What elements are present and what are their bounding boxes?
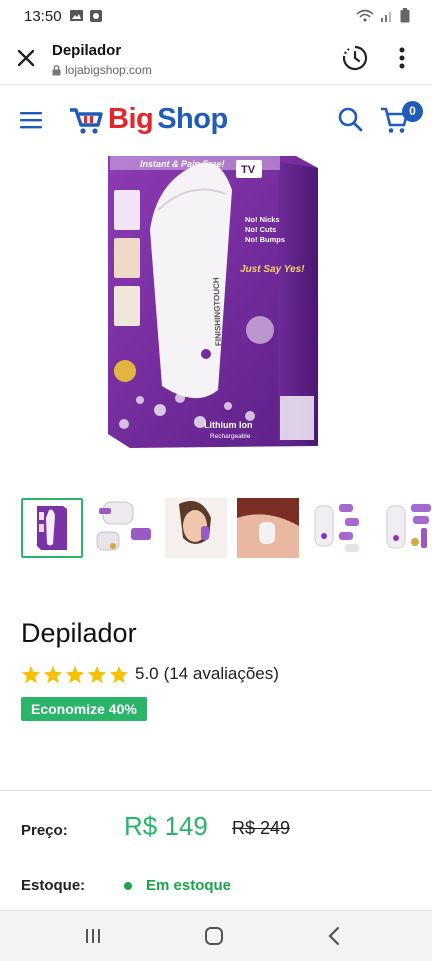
star-icon bbox=[109, 665, 129, 683]
rating-stars bbox=[21, 665, 129, 684]
box-battery-sub: Rechargeable bbox=[210, 433, 251, 440]
browser-page-title: Depilador bbox=[52, 42, 122, 59]
cart-count-badge: 0 bbox=[402, 101, 423, 122]
product-main-image[interactable]: Instant & Pain Free! TV FINISHINGTOUCH N… bbox=[100, 150, 330, 460]
section-divider bbox=[0, 790, 432, 791]
thumbnail-device-accessories[interactable] bbox=[381, 498, 432, 558]
star-icon bbox=[43, 665, 63, 683]
wifi-icon bbox=[356, 9, 374, 22]
thumbnail-device-parts[interactable] bbox=[93, 498, 155, 558]
thumbnail-face-use[interactable] bbox=[165, 498, 227, 558]
box-feature-3: No! Bumps bbox=[245, 235, 285, 244]
star-icon bbox=[87, 665, 107, 683]
browser-url: lojabigshop.com bbox=[52, 63, 152, 77]
battery-icon bbox=[400, 8, 410, 23]
search-icon[interactable] bbox=[338, 107, 363, 132]
logo-text-big: Big bbox=[108, 103, 154, 135]
status-time: 13:50 bbox=[24, 8, 62, 25]
store-logo[interactable]: Big Shop bbox=[70, 103, 228, 136]
thumbnail-device-accessories-image bbox=[386, 504, 431, 549]
star-icon bbox=[21, 665, 41, 683]
browser-url-text: lojabigshop.com bbox=[65, 63, 152, 77]
logo-cart-icon bbox=[70, 107, 103, 134]
status-bar: 13:50 bbox=[0, 0, 432, 32]
thumbnail-underarm-use-image bbox=[237, 498, 299, 558]
stock-label: Estoque: bbox=[21, 877, 86, 894]
stock-status: Em estoque bbox=[146, 877, 232, 894]
box-tv-badge: TV bbox=[241, 164, 256, 176]
price-label: Preço: bbox=[21, 822, 68, 839]
thumbnail-device-set[interactable] bbox=[309, 498, 371, 558]
home-icon[interactable] bbox=[204, 926, 224, 946]
rating-count: (14 avaliações) bbox=[163, 664, 279, 683]
more-options-icon[interactable] bbox=[398, 46, 406, 70]
thumbnail-box[interactable] bbox=[21, 498, 83, 558]
discount-badge: Economize 40% bbox=[21, 697, 147, 721]
stock-status-dot bbox=[124, 882, 132, 890]
browser-toolbar: Depilador lojabigshop.com bbox=[0, 32, 432, 85]
box-feature-1: No! Nicks bbox=[245, 215, 280, 224]
close-icon[interactable] bbox=[16, 48, 36, 68]
status-notification-icons bbox=[70, 9, 104, 28]
box-feature-2: No! Cuts bbox=[245, 225, 276, 234]
product-rating[interactable]: 5.0 (14 avaliações) bbox=[21, 664, 279, 684]
thumbnail-face-use-image bbox=[165, 498, 227, 558]
thumbnail-box-image bbox=[37, 506, 67, 550]
store-header: Big Shop 0 bbox=[0, 85, 432, 155]
original-price: R$ 249 bbox=[232, 818, 291, 838]
history-icon[interactable] bbox=[342, 45, 368, 71]
box-battery-label: Lithium Ion bbox=[204, 420, 253, 430]
status-system-icons bbox=[356, 8, 410, 23]
rating-score: 5.0 bbox=[135, 664, 159, 683]
thumbnail-device-parts-image bbox=[96, 501, 151, 551]
current-price: R$ 149 bbox=[124, 811, 208, 841]
recent-apps-icon[interactable] bbox=[84, 927, 102, 945]
star-icon bbox=[65, 665, 85, 683]
box-slogan: Just Say Yes! bbox=[240, 264, 305, 275]
hamburger-menu-icon[interactable] bbox=[20, 111, 42, 129]
product-thumbnails bbox=[21, 498, 432, 560]
lock-icon bbox=[52, 64, 61, 75]
back-icon[interactable] bbox=[326, 926, 342, 946]
signal-icon bbox=[381, 11, 391, 22]
thumbnail-device-set-image bbox=[314, 504, 359, 552]
gallery-icon bbox=[70, 10, 102, 22]
system-navigation-bar bbox=[0, 910, 432, 961]
product-title: Depilador bbox=[21, 618, 137, 649]
thumbnail-underarm-use[interactable] bbox=[237, 498, 299, 558]
logo-text-shop: Shop bbox=[157, 103, 228, 135]
